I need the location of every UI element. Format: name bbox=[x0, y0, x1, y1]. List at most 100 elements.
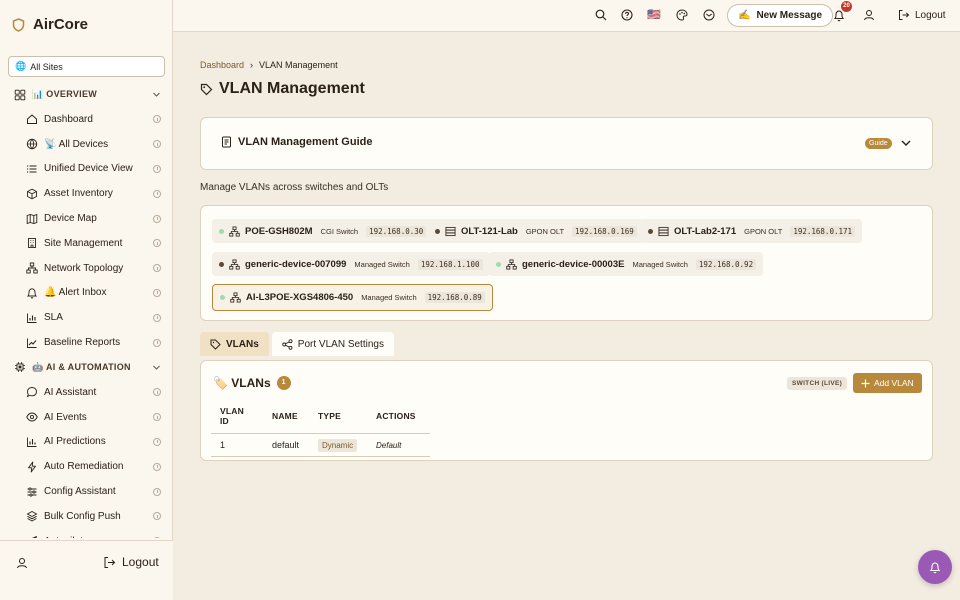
chevron-down-icon[interactable] bbox=[900, 137, 912, 149]
sidebar-item-autopilot[interactable]: Autopilot bbox=[0, 529, 173, 538]
info-icon[interactable] bbox=[153, 512, 161, 521]
palette-icon[interactable] bbox=[676, 9, 688, 21]
sidebar-section-header[interactable]: 📊 OVERVIEW bbox=[0, 82, 173, 107]
info-icon[interactable] bbox=[153, 413, 161, 422]
shield-icon bbox=[12, 17, 25, 32]
inbox-icon[interactable] bbox=[703, 9, 715, 21]
sidebar-item-auto-remediation[interactable]: Auto Remediation bbox=[0, 454, 173, 479]
info-icon[interactable] bbox=[153, 388, 161, 397]
sidebar-item-device-map[interactable]: Device Map bbox=[0, 206, 173, 231]
device-chip[interactable]: POE-GSH802M CGI Switch 192.168.0.30 bbox=[212, 219, 434, 243]
sidebar-item-unified-device-view[interactable]: Unified Device View bbox=[0, 157, 173, 182]
list-icon bbox=[26, 163, 38, 175]
user-icon[interactable] bbox=[863, 9, 875, 21]
sidebar-item-ai-assistant[interactable]: AI Assistant bbox=[0, 380, 173, 405]
eye-icon bbox=[26, 411, 38, 423]
sidebar-item-label: Auto Remediation bbox=[44, 461, 124, 473]
sidebar-section-label: 📊 OVERVIEW bbox=[32, 89, 98, 99]
sidebar-item-label: Unified Device View bbox=[44, 163, 133, 175]
status-dot bbox=[648, 228, 653, 234]
sidebar-item-baseline-reports[interactable]: Baseline Reports bbox=[0, 330, 173, 355]
guide-badge: Guide bbox=[865, 138, 892, 149]
device-type: Managed Switch bbox=[361, 293, 417, 302]
device-chip[interactable]: AI-L3POE-XGS4806-450 Managed Switch 192.16… bbox=[212, 284, 493, 311]
server-icon bbox=[658, 226, 669, 237]
tab-port-vlan-settings[interactable]: Port VLAN Settings bbox=[271, 332, 394, 356]
home-icon bbox=[26, 113, 38, 125]
info-icon[interactable] bbox=[153, 214, 161, 223]
sidebar-item-asset-inventory[interactable]: Asset Inventory bbox=[0, 181, 173, 206]
sidebar-logout-button[interactable]: Logout bbox=[103, 555, 159, 569]
add-vlan-button[interactable]: Add VLAN bbox=[853, 373, 922, 393]
network-icon bbox=[229, 226, 240, 237]
info-icon[interactable] bbox=[153, 239, 161, 248]
sidebar-item-bulk-config-push[interactable]: Bulk Config Push bbox=[0, 504, 173, 529]
user-icon[interactable] bbox=[16, 557, 28, 569]
sidebar-section-label: 🤖 AI & AUTOMATION bbox=[32, 361, 131, 372]
device-name: OLT-121-Lab bbox=[461, 225, 518, 237]
breadcrumb: Dashboard › VLAN Management bbox=[200, 60, 338, 70]
device-selector-card: POE-GSH802M CGI Switch 192.168.0.30 OLT-12… bbox=[200, 205, 933, 321]
info-icon[interactable] bbox=[153, 537, 161, 538]
plus-icon bbox=[861, 379, 870, 388]
sidebar-section-header[interactable]: 🤖 AI & AUTOMATION bbox=[0, 355, 173, 380]
info-icon[interactable] bbox=[153, 164, 161, 173]
info-icon[interactable] bbox=[153, 115, 161, 124]
vlan-list-title: 🏷️ VLANs bbox=[213, 376, 271, 390]
breadcrumb-dashboard-link[interactable]: Dashboard bbox=[200, 60, 244, 70]
sidebar-item-all-devices[interactable]: 📡 All Devices bbox=[0, 132, 173, 157]
info-icon[interactable] bbox=[153, 140, 161, 149]
device-name: generic-device-00003E bbox=[522, 258, 625, 270]
info-icon[interactable] bbox=[153, 189, 161, 198]
sidebar-item-label: 🔔 Alert Inbox bbox=[44, 287, 107, 299]
sidebar-item-ai-predictions[interactable]: AI Predictions bbox=[0, 430, 173, 455]
sidebar-item-label: Dashboard bbox=[44, 113, 93, 125]
info-icon[interactable] bbox=[153, 288, 161, 297]
sidebar-item-config-assistant[interactable]: Config Assistant bbox=[0, 479, 173, 504]
chevron-up-icon bbox=[152, 363, 161, 372]
guide-title: VLAN Management Guide bbox=[221, 136, 372, 148]
device-chip[interactable]: generic-device-00003E Managed Switch 192.1… bbox=[489, 252, 764, 276]
info-icon[interactable] bbox=[153, 437, 161, 446]
site-selector[interactable]: 🌐 All Sites bbox=[8, 56, 165, 77]
sidebar-item-sla[interactable]: SLA bbox=[0, 305, 173, 330]
building-icon bbox=[26, 237, 38, 249]
sidebar-item-alert-inbox[interactable]: 🔔 Alert Inbox bbox=[0, 281, 173, 306]
sidebar-item-label: 📡 All Devices bbox=[44, 138, 109, 150]
server-icon bbox=[445, 226, 456, 237]
sidebar-item-label: AI Assistant bbox=[44, 386, 97, 398]
logout-button[interactable]: Logout bbox=[898, 9, 946, 21]
column-header-type: TYPE bbox=[309, 404, 367, 434]
tab-port-vlan-settings-label: Port VLAN Settings bbox=[297, 338, 384, 350]
network-icon bbox=[506, 259, 517, 270]
tag-icon bbox=[210, 339, 221, 350]
device-chip[interactable]: OLT-121-Lab GPON OLT 192.168.0.169 bbox=[428, 219, 644, 243]
info-icon[interactable] bbox=[153, 313, 161, 322]
globe-icon: 🌐 bbox=[15, 61, 27, 71]
guide-card[interactable]: VLAN Management Guide Guide bbox=[200, 117, 933, 170]
device-chip[interactable]: OLT-Lab2-171 GPON OLT 192.168.0.171 bbox=[641, 219, 863, 243]
device-chip[interactable]: generic-device-007099 Managed Switch 192.1… bbox=[212, 252, 490, 276]
search-icon[interactable] bbox=[595, 9, 607, 21]
info-icon[interactable] bbox=[153, 338, 161, 347]
network-icon bbox=[230, 292, 241, 303]
sidebar-item-network-topology[interactable]: Network Topology bbox=[0, 256, 173, 281]
language-flag[interactable]: 🇺🇸 bbox=[647, 8, 661, 21]
column-header-name: NAME bbox=[263, 404, 309, 434]
vlan-action-text: Default bbox=[376, 441, 402, 450]
info-icon[interactable] bbox=[153, 264, 161, 273]
sidebar-item-site-management[interactable]: Site Management bbox=[0, 231, 173, 256]
vlan-id-cell: 1 bbox=[211, 433, 263, 457]
sidebar-item-dashboard[interactable]: Dashboard bbox=[0, 107, 173, 132]
info-icon[interactable] bbox=[153, 462, 161, 471]
info-icon[interactable] bbox=[153, 487, 161, 496]
chat-fab-button[interactable] bbox=[918, 550, 952, 584]
tab-vlans-label: VLANs bbox=[226, 338, 259, 350]
bar-chart-icon bbox=[26, 312, 38, 324]
device-ip: 192.168.0.89 bbox=[424, 292, 485, 303]
help-icon[interactable] bbox=[621, 9, 633, 21]
brand[interactable]: AirCore bbox=[12, 16, 88, 33]
new-message-button[interactable]: ✍️ New Message bbox=[727, 4, 834, 27]
tab-vlans[interactable]: VLANs bbox=[200, 332, 269, 356]
sidebar-item-ai-events[interactable]: AI Events bbox=[0, 405, 173, 430]
